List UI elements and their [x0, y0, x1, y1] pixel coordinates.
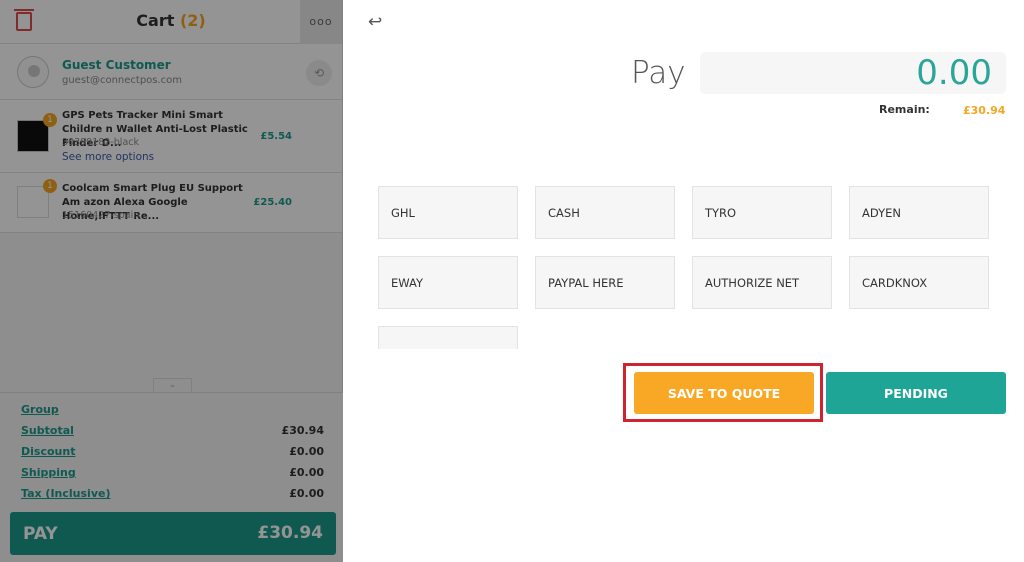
see-more-options-link[interactable]: See more options	[62, 151, 154, 163]
total-label[interactable]: Tax (Inclusive)	[21, 487, 110, 500]
more-options-icon[interactable]: ooo	[300, 0, 342, 44]
payment-method-paypal-here[interactable]: PAYPAL HERE	[535, 256, 675, 309]
total-label[interactable]: Shipping	[21, 466, 76, 479]
total-value: £0.00	[289, 487, 324, 500]
qty-badge: 1	[43, 113, 57, 127]
item-sku: 30399182-black	[62, 137, 139, 148]
avatar	[17, 56, 49, 88]
cart-item[interactable]: 1 Coolcam Smart Plug EU Support Am azon …	[0, 173, 342, 233]
qty-badge: 1	[43, 179, 57, 193]
pay-amount: £30.94	[257, 523, 323, 543]
total-value: £0.00	[289, 445, 324, 458]
item-price: £5.54	[260, 131, 292, 142]
total-value: £30.94	[281, 424, 324, 437]
total-label[interactable]: Subtotal	[21, 424, 74, 437]
back-arrow-icon[interactable]: ↩	[368, 12, 382, 32]
total-label[interactable]: Group	[21, 403, 59, 416]
item-sku: 15160427-spain	[62, 210, 140, 221]
cart-count: (2)	[179, 11, 206, 30]
total-label[interactable]: Discount	[21, 445, 75, 458]
payment-method-ghl[interactable]: GHL	[378, 186, 518, 239]
pay-amount-input[interactable]	[700, 52, 1006, 94]
total-value: £0.00	[289, 466, 324, 479]
payment-method-tyro[interactable]: TYRO	[692, 186, 832, 239]
payment-method-cash[interactable]: CASH	[535, 186, 675, 239]
total-row-subtotal[interactable]: Subtotal £30.94	[21, 424, 324, 437]
payment-method-partial[interactable]	[378, 326, 518, 349]
customer-row[interactable]: Guest Customer guest@connectpos.com ⟲	[0, 44, 342, 100]
cart-totals: Group Subtotal £30.94 Discount £0.00 Shipp…	[0, 392, 343, 562]
cart-panel: Cart (2) ooo Guest Customer guest@connec…	[0, 0, 343, 562]
pay-heading: Pay	[631, 55, 686, 91]
customer-name[interactable]: Guest Customer	[62, 58, 171, 72]
save-to-quote-button[interactable]: SAVE TO QUOTE	[634, 372, 814, 414]
total-row-shipping[interactable]: Shipping £0.00	[21, 466, 324, 479]
customer-email: guest@connectpos.com	[62, 75, 183, 86]
payment-method-authorize-net[interactable]: AUTHORIZE NET	[692, 256, 832, 309]
payment-method-adyen[interactable]: ADYEN	[849, 186, 989, 239]
cart-title-text: Cart	[136, 11, 175, 30]
chevron-down-icon[interactable]: ⌄	[153, 378, 192, 392]
item-price: £25.40	[253, 197, 292, 208]
switch-customer-icon[interactable]: ⟲	[306, 60, 332, 86]
pay-button[interactable]: PAY £30.94	[10, 512, 336, 555]
remain-value: £30.94	[963, 104, 1006, 117]
cart-item[interactable]: 1 GPS Pets Tracker Mini Smart Childre n …	[0, 100, 342, 173]
total-row-discount[interactable]: Discount £0.00	[21, 445, 324, 458]
remain-label: Remain:	[879, 103, 930, 116]
total-row-group[interactable]: Group	[21, 403, 324, 416]
cart-title: Cart (2)	[0, 11, 342, 30]
payment-method-eway[interactable]: EWAY	[378, 256, 518, 309]
pay-label: PAY	[23, 524, 58, 544]
pending-button[interactable]: PENDING	[826, 372, 1006, 414]
cart-header: Cart (2) ooo	[0, 0, 342, 44]
payment-method-cardknox[interactable]: CARDKNOX	[849, 256, 989, 309]
total-row-tax[interactable]: Tax (Inclusive) £0.00	[21, 487, 324, 500]
